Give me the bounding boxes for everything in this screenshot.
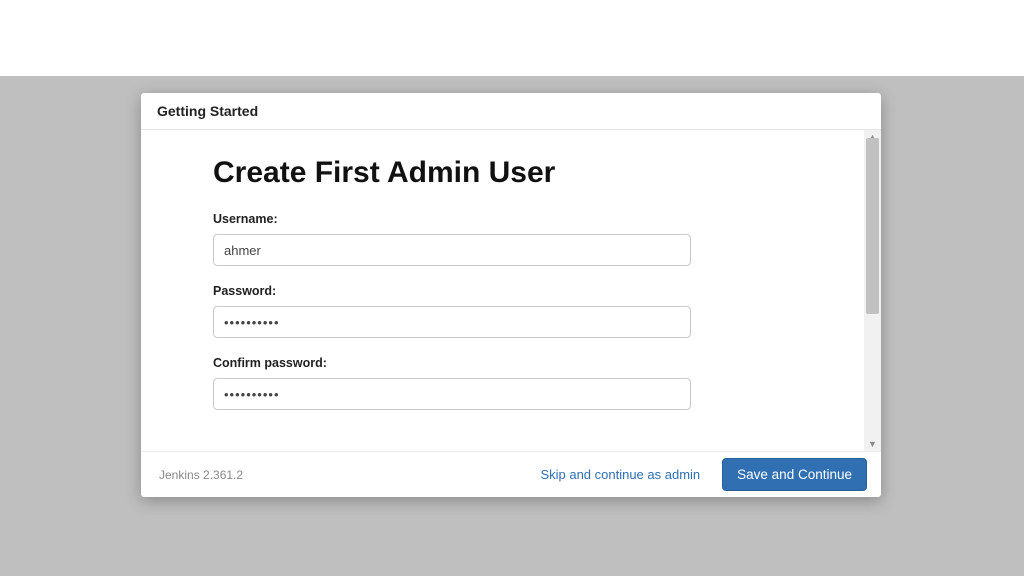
password-input[interactable]: [213, 306, 691, 338]
password-label: Password:: [213, 284, 792, 298]
confirm-password-row: Confirm password:: [213, 356, 792, 410]
username-row: Username:: [213, 212, 792, 266]
modal-header: Getting Started: [141, 93, 881, 130]
username-input[interactable]: [213, 234, 691, 266]
password-row: Password:: [213, 284, 792, 338]
scrollbar-thumb[interactable]: [866, 138, 879, 314]
modal-footer: Jenkins 2.361.2 Skip and continue as adm…: [141, 451, 881, 497]
confirm-password-label: Confirm password:: [213, 356, 792, 370]
version-text: Jenkins 2.361.2: [159, 468, 243, 482]
page-heading: Create First Admin User: [213, 156, 792, 190]
confirm-password-input[interactable]: [213, 378, 691, 410]
save-continue-button[interactable]: Save and Continue: [722, 458, 867, 491]
modal-title: Getting Started: [157, 103, 865, 119]
scrollbar-down-arrow-icon[interactable]: ▼: [864, 437, 881, 451]
modal-body: Create First Admin User Username: Passwo…: [141, 130, 864, 451]
username-label: Username:: [213, 212, 792, 226]
modal-body-wrap: Create First Admin User Username: Passwo…: [141, 130, 881, 451]
setup-wizard-modal: Getting Started Create First Admin User …: [141, 93, 881, 497]
footer-actions: Skip and continue as admin Save and Cont…: [536, 458, 867, 491]
vertical-scrollbar[interactable]: ▲ ▼: [864, 130, 881, 451]
skip-link[interactable]: Skip and continue as admin: [536, 461, 704, 488]
